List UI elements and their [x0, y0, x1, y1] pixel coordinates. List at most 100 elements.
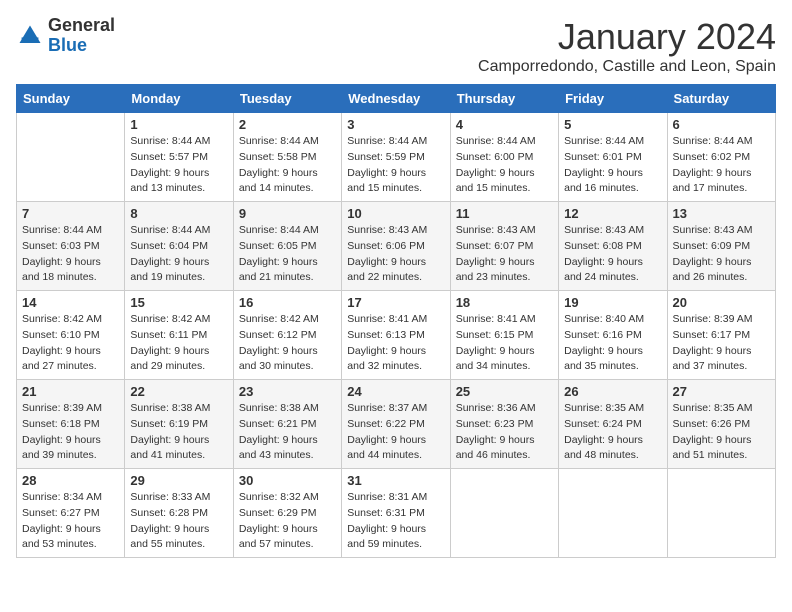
- day-info: Sunrise: 8:44 AM Sunset: 5:58 PM Dayligh…: [239, 134, 336, 197]
- day-info: Sunrise: 8:39 AM Sunset: 6:17 PM Dayligh…: [673, 312, 770, 375]
- day-info: Sunrise: 8:43 AM Sunset: 6:07 PM Dayligh…: [456, 223, 553, 286]
- day-number: 3: [347, 117, 444, 132]
- weekday-header-row: SundayMondayTuesdayWednesdayThursdayFrid…: [17, 85, 776, 113]
- calendar-week-row: 7 Sunrise: 8:44 AM Sunset: 6:03 PM Daylig…: [17, 202, 776, 291]
- day-info: Sunrise: 8:34 AM Sunset: 6:27 PM Dayligh…: [22, 490, 119, 553]
- logo-general: General: [48, 16, 115, 36]
- day-number: 28: [22, 473, 119, 488]
- day-number: 17: [347, 295, 444, 310]
- day-info: Sunrise: 8:31 AM Sunset: 6:31 PM Dayligh…: [347, 490, 444, 553]
- day-number: 12: [564, 206, 661, 221]
- calendar-cell: 26 Sunrise: 8:35 AM Sunset: 6:24 PM Dayli…: [559, 380, 667, 469]
- calendar-cell: 12 Sunrise: 8:43 AM Sunset: 6:08 PM Dayli…: [559, 202, 667, 291]
- day-info: Sunrise: 8:43 AM Sunset: 6:09 PM Dayligh…: [673, 223, 770, 286]
- calendar-cell: 1 Sunrise: 8:44 AM Sunset: 5:57 PM Daylig…: [125, 113, 233, 202]
- day-number: 23: [239, 384, 336, 399]
- day-info: Sunrise: 8:43 AM Sunset: 6:06 PM Dayligh…: [347, 223, 444, 286]
- day-number: 14: [22, 295, 119, 310]
- day-info: Sunrise: 8:41 AM Sunset: 6:15 PM Dayligh…: [456, 312, 553, 375]
- day-number: 13: [673, 206, 770, 221]
- day-info: Sunrise: 8:44 AM Sunset: 6:03 PM Dayligh…: [22, 223, 119, 286]
- day-number: 20: [673, 295, 770, 310]
- day-info: Sunrise: 8:38 AM Sunset: 6:19 PM Dayligh…: [130, 401, 227, 464]
- calendar-cell: 18 Sunrise: 8:41 AM Sunset: 6:15 PM Dayli…: [450, 291, 558, 380]
- calendar-body: 1 Sunrise: 8:44 AM Sunset: 5:57 PM Daylig…: [17, 113, 776, 558]
- calendar-table: SundayMondayTuesdayWednesdayThursdayFrid…: [16, 84, 776, 558]
- day-info: Sunrise: 8:32 AM Sunset: 6:29 PM Dayligh…: [239, 490, 336, 553]
- day-number: 1: [130, 117, 227, 132]
- calendar-week-row: 1 Sunrise: 8:44 AM Sunset: 5:57 PM Daylig…: [17, 113, 776, 202]
- calendar-cell: 15Sunrise: 8:42 AM Sunset: 6:11 PM Dayli…: [125, 291, 233, 380]
- day-info: Sunrise: 8:40 AM Sunset: 6:16 PM Dayligh…: [564, 312, 661, 375]
- logo-text: General Blue: [48, 16, 115, 56]
- location-subtitle: Camporredondo, Castille and Leon, Spain: [478, 58, 776, 76]
- day-number: 9: [239, 206, 336, 221]
- day-number: 22: [130, 384, 227, 399]
- calendar-cell: 5Sunrise: 8:44 AM Sunset: 6:01 PM Daylig…: [559, 113, 667, 202]
- day-number: 7: [22, 206, 119, 221]
- day-number: 19: [564, 295, 661, 310]
- day-number: 10: [347, 206, 444, 221]
- day-info: Sunrise: 8:36 AM Sunset: 6:23 PM Dayligh…: [456, 401, 553, 464]
- calendar-cell: 30 Sunrise: 8:32 AM Sunset: 6:29 PM Dayli…: [233, 469, 341, 558]
- day-info: Sunrise: 8:39 AM Sunset: 6:18 PM Dayligh…: [22, 401, 119, 464]
- day-number: 27: [673, 384, 770, 399]
- day-number: 30: [239, 473, 336, 488]
- page-header: General Blue January 2024 Camporredondo,…: [16, 16, 776, 76]
- calendar-cell: 17 Sunrise: 8:41 AM Sunset: 6:13 PM Dayli…: [342, 291, 450, 380]
- day-number: 8: [130, 206, 227, 221]
- day-info: Sunrise: 8:44 AM Sunset: 6:02 PM Dayligh…: [673, 134, 770, 197]
- weekday-header-monday: Monday: [125, 85, 233, 113]
- day-info: Sunrise: 8:35 AM Sunset: 6:26 PM Dayligh…: [673, 401, 770, 464]
- calendar-header: SundayMondayTuesdayWednesdayThursdayFrid…: [17, 85, 776, 113]
- calendar-cell: 22 Sunrise: 8:38 AM Sunset: 6:19 PM Dayli…: [125, 380, 233, 469]
- calendar-cell: 20 Sunrise: 8:39 AM Sunset: 6:17 PM Dayli…: [667, 291, 775, 380]
- calendar-cell: 8 Sunrise: 8:44 AM Sunset: 6:04 PM Daylig…: [125, 202, 233, 291]
- logo-blue: Blue: [48, 36, 115, 56]
- day-info: Sunrise: 8:35 AM Sunset: 6:24 PM Dayligh…: [564, 401, 661, 464]
- day-info: Sunrise: 8:42 AM Sunset: 6:12 PM Dayligh…: [239, 312, 336, 375]
- logo: General Blue: [16, 16, 115, 56]
- day-info: Sunrise: 8:44 AM Sunset: 6:00 PM Dayligh…: [456, 134, 553, 197]
- calendar-week-row: 14 Sunrise: 8:42 AM Sunset: 6:10 PM Dayli…: [17, 291, 776, 380]
- calendar-cell: 13 Sunrise: 8:43 AM Sunset: 6:09 PM Dayli…: [667, 202, 775, 291]
- day-info: Sunrise: 8:37 AM Sunset: 6:22 PM Dayligh…: [347, 401, 444, 464]
- calendar-cell: 19 Sunrise: 8:40 AM Sunset: 6:16 PM Dayli…: [559, 291, 667, 380]
- calendar-cell: 28 Sunrise: 8:34 AM Sunset: 6:27 PM Dayli…: [17, 469, 125, 558]
- calendar-cell: 11 Sunrise: 8:43 AM Sunset: 6:07 PM Dayli…: [450, 202, 558, 291]
- calendar-week-row: 21Sunrise: 8:39 AM Sunset: 6:18 PM Dayli…: [17, 380, 776, 469]
- day-number: 6: [673, 117, 770, 132]
- day-info: Sunrise: 8:38 AM Sunset: 6:21 PM Dayligh…: [239, 401, 336, 464]
- logo-icon: [16, 22, 44, 50]
- day-info: Sunrise: 8:33 AM Sunset: 6:28 PM Dayligh…: [130, 490, 227, 553]
- weekday-header-thursday: Thursday: [450, 85, 558, 113]
- day-info: Sunrise: 8:41 AM Sunset: 6:13 PM Dayligh…: [347, 312, 444, 375]
- calendar-cell: [667, 469, 775, 558]
- weekday-header-wednesday: Wednesday: [342, 85, 450, 113]
- day-number: 16: [239, 295, 336, 310]
- day-info: Sunrise: 8:44 AM Sunset: 6:05 PM Dayligh…: [239, 223, 336, 286]
- calendar-cell: 25Sunrise: 8:36 AM Sunset: 6:23 PM Dayli…: [450, 380, 558, 469]
- calendar-cell: 27 Sunrise: 8:35 AM Sunset: 6:26 PM Dayli…: [667, 380, 775, 469]
- title-area: January 2024 Camporredondo, Castille and…: [478, 16, 776, 76]
- day-number: 4: [456, 117, 553, 132]
- calendar-cell: 6 Sunrise: 8:44 AM Sunset: 6:02 PM Daylig…: [667, 113, 775, 202]
- calendar-cell: 4 Sunrise: 8:44 AM Sunset: 6:00 PM Daylig…: [450, 113, 558, 202]
- calendar-cell: 2Sunrise: 8:44 AM Sunset: 5:58 PM Daylig…: [233, 113, 341, 202]
- calendar-cell: 21Sunrise: 8:39 AM Sunset: 6:18 PM Dayli…: [17, 380, 125, 469]
- weekday-header-friday: Friday: [559, 85, 667, 113]
- day-info: Sunrise: 8:43 AM Sunset: 6:08 PM Dayligh…: [564, 223, 661, 286]
- day-number: 5: [564, 117, 661, 132]
- day-info: Sunrise: 8:42 AM Sunset: 6:11 PM Dayligh…: [130, 312, 227, 375]
- day-info: Sunrise: 8:44 AM Sunset: 6:04 PM Dayligh…: [130, 223, 227, 286]
- day-number: 26: [564, 384, 661, 399]
- calendar-cell: 16 Sunrise: 8:42 AM Sunset: 6:12 PM Dayli…: [233, 291, 341, 380]
- calendar-cell: 9 Sunrise: 8:44 AM Sunset: 6:05 PM Daylig…: [233, 202, 341, 291]
- calendar-cell: 7 Sunrise: 8:44 AM Sunset: 6:03 PM Daylig…: [17, 202, 125, 291]
- weekday-header-saturday: Saturday: [667, 85, 775, 113]
- day-info: Sunrise: 8:44 AM Sunset: 5:57 PM Dayligh…: [130, 134, 227, 197]
- day-number: 11: [456, 206, 553, 221]
- calendar-cell: 23 Sunrise: 8:38 AM Sunset: 6:21 PM Dayli…: [233, 380, 341, 469]
- day-number: 18: [456, 295, 553, 310]
- day-info: Sunrise: 8:42 AM Sunset: 6:10 PM Dayligh…: [22, 312, 119, 375]
